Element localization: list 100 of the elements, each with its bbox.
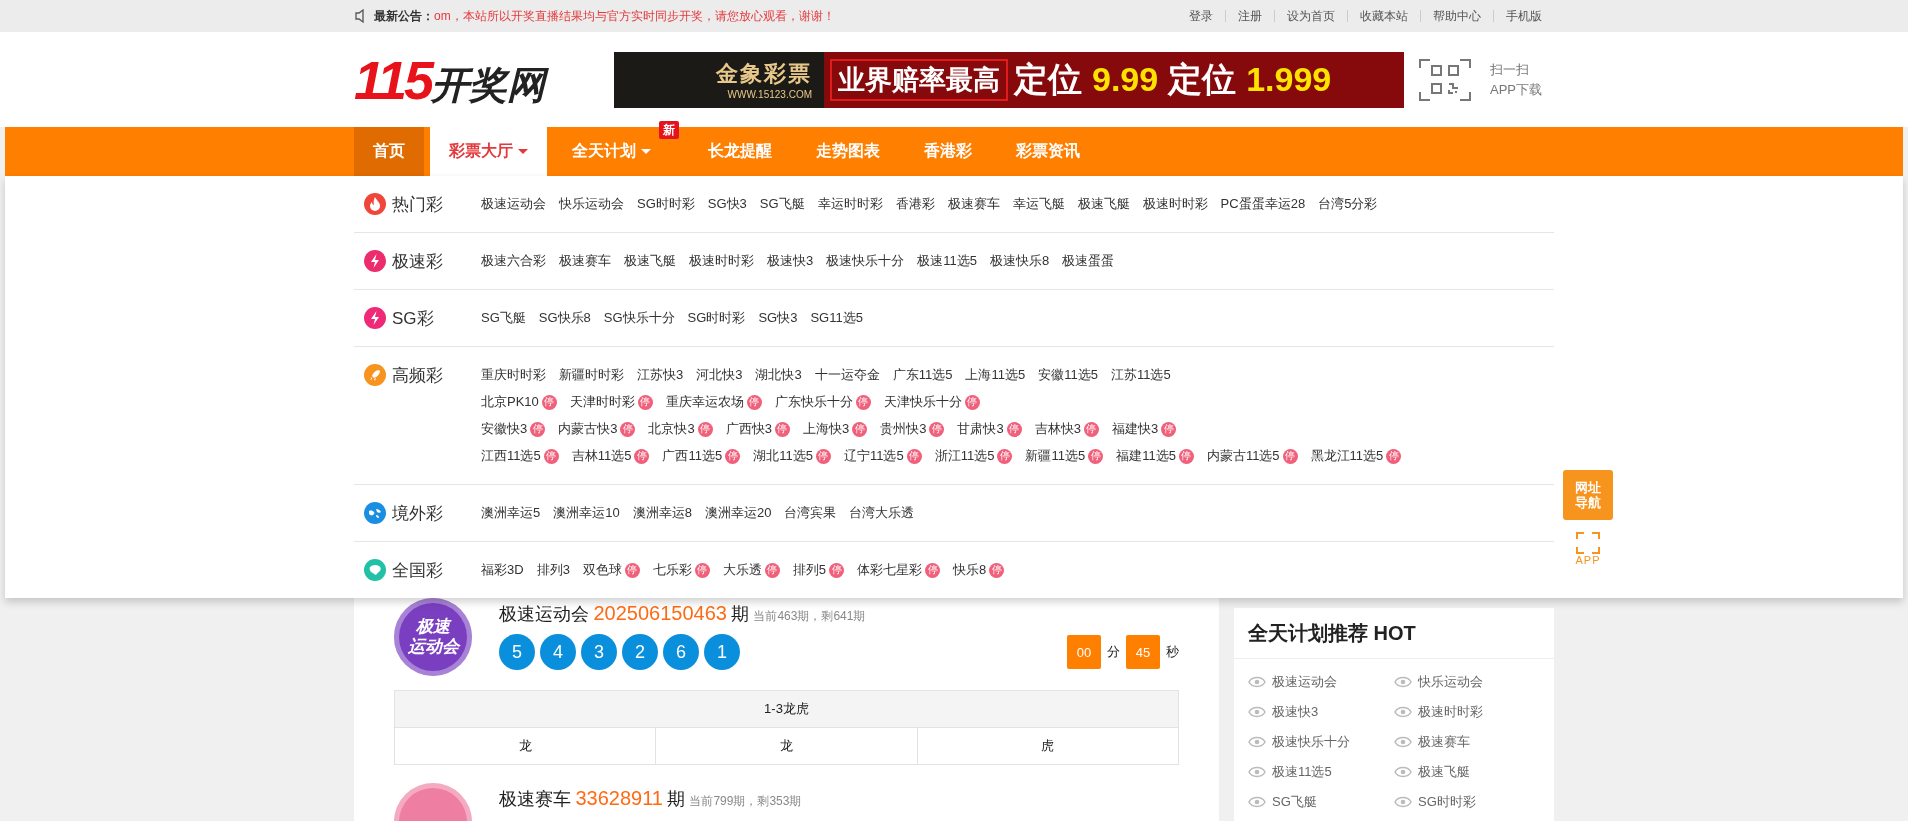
lottery-link[interactable]: SG时时彩 [637,193,695,215]
lottery-link[interactable]: 极速飞艇 [1077,193,1130,215]
lottery-link[interactable]: 极速飞艇 [624,250,676,272]
lottery-link[interactable]: 双色球 [582,559,622,581]
lottery-link[interactable]: 极速赛车 [559,250,611,272]
plan-link[interactable]: 极速飞艇 [1418,761,1470,783]
stopped-badge: 停 [1386,448,1402,464]
scan-icon[interactable] [1576,532,1600,554]
lottery-link[interactable]: 广东11选5 [892,364,953,386]
lottery-link[interactable]: 台湾5分彩 [1318,193,1378,215]
lottery-link[interactable]: 天津快乐十分 [883,391,962,413]
lottery-link[interactable]: 香港彩 [895,193,935,215]
lottery-link[interactable]: 极速六合彩 [481,250,546,272]
nav-tab[interactable]: 彩票大厅 [430,127,547,176]
lottery-link[interactable]: 澳洲幸运8 [632,502,692,524]
lottery-link[interactable]: SG11选5 [810,307,863,329]
lottery-link[interactable]: 北京快3 [648,418,695,440]
qr-code-icon[interactable] [1418,57,1472,102]
lottery-link[interactable]: 江苏11选5 [1110,364,1171,386]
lottery-link[interactable]: 极速时时彩 [689,250,754,272]
lottery-link[interactable]: 大乐透 [722,559,762,581]
plan-link[interactable]: 极速时时彩 [1418,701,1483,723]
lottery-link[interactable]: 贵州快3 [880,418,927,440]
lottery-link[interactable]: 吉林11选5 [571,445,632,467]
lottery-link[interactable]: 台湾大乐透 [849,502,915,524]
lottery-link[interactable]: 江苏快3 [637,364,684,386]
lottery-link[interactable]: 澳洲幸运10 [553,502,620,524]
plan-link[interactable]: 极速运动会 [1272,671,1337,693]
lottery-link[interactable]: 排列3 [536,559,570,581]
lottery-link[interactable]: 极速11选5 [917,250,977,272]
lottery-link[interactable]: SG快3 [758,307,798,329]
lottery-link[interactable]: 福彩3D [481,559,524,581]
plan-link[interactable]: SG时时彩 [1418,791,1476,813]
lottery-link[interactable]: 广西11选5 [662,445,723,467]
lottery-link[interactable]: 湖北快3 [755,364,802,386]
top-link[interactable]: 收藏本站 [1347,10,1420,22]
lottery-link[interactable]: 新疆11选5 [1025,445,1086,467]
lottery-link[interactable]: 极速赛车 [947,193,1000,215]
lottery-link[interactable]: SG飞艇 [759,193,805,215]
lottery-link[interactable]: 澳洲幸运20 [704,502,772,524]
lottery-link[interactable]: 河北快3 [696,364,743,386]
lottery-link[interactable]: 十一运夺金 [814,364,880,386]
plan-link[interactable]: 极速11选5 [1272,761,1332,783]
lottery-link[interactable]: 极速快3 [767,250,814,272]
lottery-link[interactable]: 排列5 [792,559,827,581]
lottery-link[interactable]: 内蒙古11选5 [1206,445,1280,467]
top-link[interactable]: 登录 [1177,10,1225,22]
lottery-link[interactable]: 辽宁11选5 [843,445,904,467]
lottery-link[interactable]: 幸运时时彩 [817,193,883,215]
stopped-badge: 停 [746,394,762,410]
lottery-link[interactable]: 快乐运动会 [559,193,624,215]
lottery-link[interactable]: 内蒙古快3 [558,418,618,440]
lottery-link[interactable]: PC蛋蛋幸运28 [1220,193,1306,215]
lottery-link[interactable]: 极速时时彩 [1142,193,1208,215]
lottery-link[interactable]: 重庆幸运农场 [665,391,744,413]
lottery-link[interactable]: 上海11选5 [965,364,1026,386]
stopped-badge: 停 [964,394,980,410]
lottery-link[interactable]: 澳洲幸运5 [481,502,541,524]
lottery-link[interactable]: SG快乐8 [538,307,591,329]
lottery-link[interactable]: 福建11选5 [1116,445,1176,467]
lottery-link[interactable]: 浙江11选5 [934,445,995,467]
plan-link[interactable]: 极速赛车 [1418,731,1470,753]
lottery-link[interactable]: 天津时时彩 [569,391,635,413]
ad-banner[interactable]: 金象彩票 WWW.15123.COM 业界赔率最高 定位 9.99 定位 1.999 [614,51,1404,108]
lottery-link[interactable]: 江西11选5 [481,445,541,467]
lottery-link[interactable]: 北京PK10 [481,391,539,413]
lottery-link[interactable]: 黑龙江11选5 [1310,445,1384,467]
lottery-link[interactable]: 广西快3 [725,418,772,440]
top-link[interactable]: 手机版 [1493,10,1554,22]
lottery-link[interactable]: 安徽快3 [481,418,528,440]
lottery-link[interactable]: 重庆时时彩 [481,364,546,386]
plan-link[interactable]: 快乐运动会 [1418,671,1483,693]
lottery-link[interactable]: SG时时彩 [687,307,746,329]
lottery-link[interactable]: 吉林快3 [1034,418,1081,440]
lottery-link[interactable]: 新疆时时彩 [559,364,624,386]
lottery-link[interactable]: SG快3 [707,193,747,215]
plan-link[interactable]: 极速快3 [1272,701,1319,723]
top-link[interactable]: 帮助中心 [1420,10,1493,22]
plan-link[interactable]: SG飞艇 [1272,791,1317,813]
lottery-link[interactable]: SG飞艇 [481,307,526,329]
lottery-link[interactable]: 极速快乐十分 [826,250,905,272]
lottery-link[interactable]: 上海快3 [802,418,850,440]
plan-link[interactable]: 极速快乐十分 [1272,731,1350,753]
lottery-link[interactable]: 体彩七星彩 [857,559,923,581]
lottery-link[interactable]: 极速快乐8 [989,250,1050,272]
top-link[interactable]: 注册 [1225,10,1274,22]
lottery-link[interactable]: 甘肃快3 [957,418,1004,440]
logo-number[interactable]: 115 [354,52,432,107]
lottery-link[interactable]: 湖北11选5 [753,445,813,467]
lottery-link[interactable]: 极速蛋蛋 [1062,250,1115,272]
lottery-link[interactable]: 七乐彩 [652,559,692,581]
lottery-link[interactable]: SG快乐十分 [603,307,675,329]
lottery-link[interactable]: 广东快乐十分 [774,391,853,413]
lottery-link[interactable]: 幸运飞艇 [1012,193,1065,215]
top-link[interactable]: 设为首页 [1274,10,1347,22]
lottery-link[interactable]: 福建快3 [1111,418,1159,440]
lottery-link[interactable]: 极速运动会 [481,193,546,215]
lottery-link[interactable]: 台湾宾果 [784,502,837,524]
lottery-link[interactable]: 安徽11选5 [1038,364,1098,386]
lottery-link[interactable]: 快乐8 [953,559,987,581]
